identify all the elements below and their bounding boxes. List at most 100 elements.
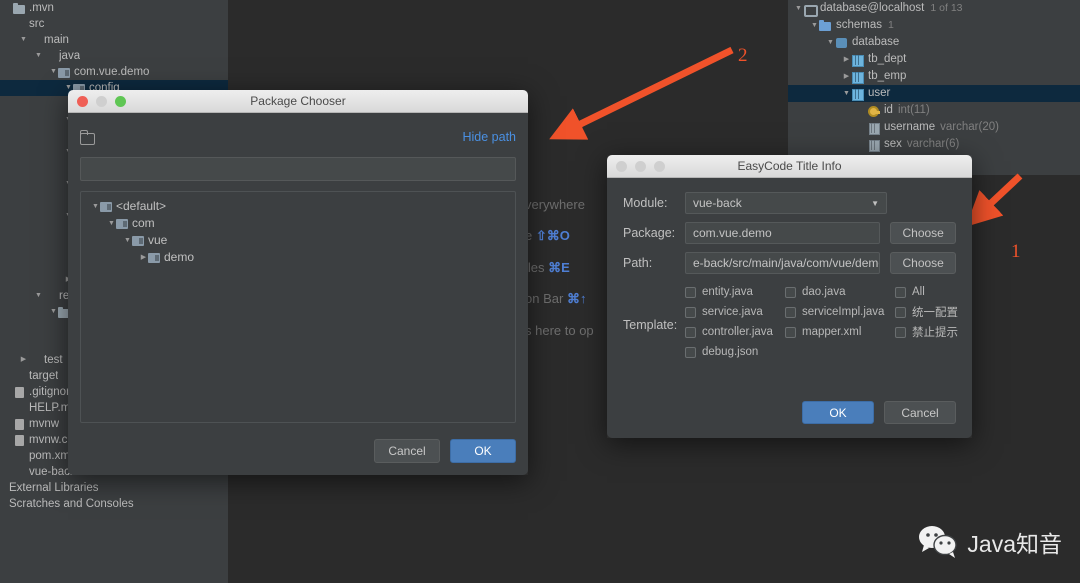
database-tree-panel[interactable]: ▼database@localhost1 of 13▼schemas1▼data… xyxy=(788,0,1080,175)
database-tree-row[interactable]: idint(11) xyxy=(788,102,1080,119)
checkbox-icon[interactable] xyxy=(895,327,906,338)
database-tree-row[interactable]: usernamevarchar(20) xyxy=(788,119,1080,136)
checkbox-icon[interactable] xyxy=(685,287,696,298)
project-tree-label: pom.xml xyxy=(29,448,72,464)
project-tree-row[interactable]: ▼java xyxy=(0,48,228,64)
template-checkbox[interactable]: 统一配置 xyxy=(895,302,975,322)
checkbox-icon[interactable] xyxy=(785,287,796,298)
database-column-type: varchar(6) xyxy=(907,136,959,153)
chevron-down-icon[interactable]: ▼ xyxy=(826,34,835,51)
project-tree-label: main xyxy=(44,32,69,48)
new-folder-icon[interactable] xyxy=(80,130,97,144)
database-tree-row[interactable]: ▼schemas1 xyxy=(788,17,1080,34)
project-tree-label: target xyxy=(29,368,58,384)
package-tree-label: vue xyxy=(148,232,167,249)
database-tree-row[interactable]: sexvarchar(6) xyxy=(788,136,1080,153)
editor-hint-text: verywhere xyxy=(525,197,585,212)
chevron-right-icon[interactable]: ▶ xyxy=(842,51,851,68)
template-checkbox[interactable]: entity.java xyxy=(685,282,785,302)
path-choose-button[interactable]: Choose xyxy=(890,252,956,274)
package-chooser-dialog[interactable]: Package Chooser Hide path ▼<default>▼com… xyxy=(68,90,528,475)
file-icon xyxy=(13,419,26,430)
chevron-down-icon[interactable]: ▼ xyxy=(123,232,132,249)
database-tree-row[interactable]: ▶tb_emp xyxy=(788,68,1080,85)
package-icon xyxy=(132,235,145,246)
chevron-down-icon[interactable]: ▼ xyxy=(49,304,58,320)
editor-hint-shortcut: ⌘↑ xyxy=(567,291,587,306)
chevron-right-icon[interactable]: ▶ xyxy=(139,249,148,266)
project-tree-row[interactable]: src xyxy=(0,16,228,32)
package-chooser-titlebar[interactable]: Package Chooser xyxy=(68,90,528,113)
template-checkbox[interactable]: debug.json xyxy=(685,342,785,362)
pkg-icon xyxy=(58,67,71,78)
chevron-down-icon[interactable]: ▼ xyxy=(49,64,58,80)
checkbox-icon[interactable] xyxy=(785,307,796,318)
module-select[interactable]: vue-back ▼ xyxy=(685,192,887,214)
package-chooser-cancel-button[interactable]: Cancel xyxy=(374,439,440,463)
checkbox-icon[interactable] xyxy=(895,287,906,298)
checkbox-icon[interactable] xyxy=(785,327,796,338)
package-chooser-toolbar: Hide path xyxy=(80,125,516,149)
tbl-icon xyxy=(851,54,864,66)
checkbox-icon[interactable] xyxy=(685,307,696,318)
hide-path-link[interactable]: Hide path xyxy=(462,130,516,144)
package-tree-row[interactable]: ▼ vue xyxy=(81,232,515,249)
template-checkbox[interactable]: mapper.xml xyxy=(785,322,895,342)
package-chooser-body: Hide path ▼<default>▼com▼ vue▶demo Cancel… xyxy=(68,113,528,475)
database-tree-row[interactable]: ▼database@localhost1 of 13 xyxy=(788,0,1080,17)
chevron-down-icon[interactable]: ▼ xyxy=(794,0,803,17)
template-column-2: dao.javaserviceImpl.javamapper.xml xyxy=(785,282,895,362)
folder-icon xyxy=(819,20,832,32)
col-icon xyxy=(867,122,880,134)
chevron-right-icon[interactable]: ▶ xyxy=(19,352,28,368)
chevron-down-icon[interactable]: ▼ xyxy=(19,32,28,48)
project-tree-row[interactable]: .mvn xyxy=(0,0,228,16)
template-checkbox[interactable]: service.java xyxy=(685,302,785,322)
template-checkbox[interactable]: serviceImpl.java xyxy=(785,302,895,322)
checkbox-icon[interactable] xyxy=(895,307,906,318)
database-tree-row[interactable]: ▼ database xyxy=(788,34,1080,51)
path-input[interactable]: e-back/src/main/java/com/vue/demo xyxy=(685,252,880,274)
database-tree-label: user xyxy=(868,85,890,102)
package-path-input[interactable] xyxy=(80,157,516,181)
checkbox-icon[interactable] xyxy=(685,347,696,358)
annotation-number-1: 1 xyxy=(1011,241,1021,263)
easycode-title: EasyCode Title Info xyxy=(607,159,972,173)
template-checkbox[interactable]: All xyxy=(895,282,975,302)
chevron-down-icon[interactable]: ▼ xyxy=(34,288,43,304)
package-input[interactable]: com.vue.demo xyxy=(685,222,880,244)
database-tree-row[interactable]: ▼ user xyxy=(788,85,1080,102)
chevron-down-icon[interactable]: ▼ xyxy=(842,85,851,102)
database-tree-label: database xyxy=(852,34,899,51)
database-tree-row[interactable]: ▶tb_dept xyxy=(788,51,1080,68)
template-checkbox[interactable]: controller.java xyxy=(685,322,785,342)
project-tree-row[interactable]: External Libraries xyxy=(0,480,228,496)
template-checkbox[interactable]: 禁止提示 xyxy=(895,322,975,342)
project-tree-row[interactable]: ▼com.vue.demo xyxy=(0,64,228,80)
chevron-down-icon[interactable]: ▼ xyxy=(91,198,100,215)
chevron-down-icon[interactable]: ▼ xyxy=(34,48,43,64)
easycode-ok-button[interactable]: OK xyxy=(802,401,874,424)
folder-src-icon xyxy=(43,51,56,62)
package-tree-row[interactable]: ▼com xyxy=(81,215,515,232)
project-tree-label: test xyxy=(44,352,63,368)
checkbox-icon[interactable] xyxy=(685,327,696,338)
tbl-icon xyxy=(851,88,864,100)
package-tree-row[interactable]: ▶demo xyxy=(81,249,515,266)
chevron-down-icon[interactable]: ▼ xyxy=(810,17,819,34)
package-choose-button[interactable]: Choose xyxy=(890,222,956,244)
project-tree-row[interactable]: ▼ main xyxy=(0,32,228,48)
easycode-cancel-button[interactable]: Cancel xyxy=(884,401,956,424)
easycode-titlebar[interactable]: EasyCode Title Info xyxy=(607,155,972,178)
easycode-title-info-dialog[interactable]: EasyCode Title Info Module: vue-back ▼ P… xyxy=(607,155,972,438)
project-tree-label: .mvn xyxy=(29,0,54,16)
package-icon xyxy=(148,252,161,263)
package-chooser-ok-button[interactable]: OK xyxy=(450,439,516,463)
template-checkbox[interactable]: dao.java xyxy=(785,282,895,302)
package-tree-row[interactable]: ▼<default> xyxy=(81,198,515,215)
chevron-down-icon[interactable]: ▼ xyxy=(107,215,116,232)
package-chooser-tree[interactable]: ▼<default>▼com▼ vue▶demo xyxy=(80,191,516,423)
chevron-right-icon[interactable]: ▶ xyxy=(842,68,851,85)
folder-tgt-icon xyxy=(13,371,26,382)
project-tree-row[interactable]: Scratches and Consoles xyxy=(0,496,228,512)
